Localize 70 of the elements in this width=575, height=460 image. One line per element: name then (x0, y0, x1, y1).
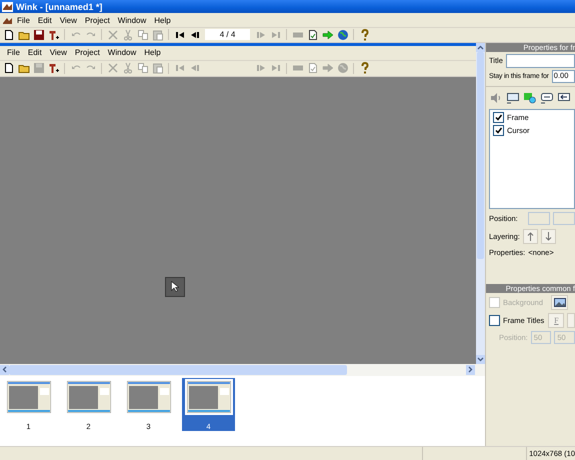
image-button[interactable] (506, 92, 520, 104)
menu-item[interactable]: Help (140, 48, 165, 58)
question-mark-icon (358, 28, 370, 41)
move-down-button[interactable] (540, 228, 556, 244)
question-mark-icon (358, 62, 370, 74)
background-image-button[interactable] (551, 295, 568, 310)
thumbnail-drawing (126, 380, 170, 413)
menu-item[interactable]: Window (104, 48, 140, 58)
folder-icon (18, 62, 30, 74)
menu-item[interactable]: Edit (34, 16, 56, 25)
save-button[interactable] (31, 28, 46, 42)
cross-icon (106, 62, 118, 74)
menu-item[interactable]: File (13, 16, 34, 25)
checkbox[interactable] (493, 124, 504, 136)
floppy-icon (32, 28, 44, 41)
frame-counter-field[interactable]: 4 / 4 (205, 29, 250, 40)
text-box-icon (540, 92, 554, 104)
pointer-icon (171, 281, 179, 292)
thumbnail-drawing (66, 380, 110, 413)
text-button[interactable] (540, 92, 554, 104)
shape-button[interactable] (523, 92, 537, 104)
copy-icon (136, 28, 148, 41)
title-field[interactable] (506, 54, 575, 68)
new-document-icon (2, 62, 14, 74)
window-title: Wink - [unnamed1 *] (16, 2, 102, 12)
document-icon (306, 62, 318, 74)
menu-item[interactable]: Help (150, 16, 175, 25)
globe-icon (336, 28, 348, 41)
thumbnail-drawing (6, 380, 50, 413)
menu-item[interactable]: View (46, 48, 71, 58)
shapes-icon (523, 92, 537, 104)
copy-icon (136, 62, 148, 74)
app-icon (3, 16, 13, 25)
arrow-box-icon (557, 92, 571, 104)
position-field[interactable] (552, 212, 575, 226)
checkbox[interactable] (489, 315, 500, 326)
vertical-scrollbar[interactable] (476, 42, 485, 364)
up-arrow-icon (526, 232, 535, 241)
cross-icon (106, 28, 118, 41)
menu-item[interactable]: Edit (24, 48, 46, 58)
chevron-left-icon (2, 366, 7, 374)
thumbnail-drawing (186, 380, 230, 413)
chevron-up-icon (477, 44, 484, 50)
button-button[interactable] (557, 92, 571, 104)
speaker-icon (489, 92, 503, 104)
move-up-button[interactable] (522, 228, 538, 244)
menu-item[interactable]: Window (114, 16, 150, 25)
menu-item[interactable]: View (56, 16, 81, 25)
scroll-left-button[interactable] (0, 364, 9, 375)
scissors-icon (122, 28, 134, 41)
landscape-icon (554, 298, 566, 308)
arrow-icon (322, 28, 334, 41)
scroll-right-button[interactable] (466, 364, 475, 375)
app-icon (2, 2, 13, 12)
menu-item[interactable]: Project (70, 48, 104, 58)
checkbox[interactable] (493, 112, 504, 123)
new-document-icon (2, 28, 14, 41)
screen-icon (506, 92, 520, 104)
arrow-icon (322, 62, 334, 74)
preview-button[interactable] (335, 28, 350, 42)
scroll-down-button[interactable] (476, 354, 485, 364)
scissors-icon (122, 62, 134, 74)
chevron-down-icon (477, 356, 484, 362)
menu-item[interactable]: File (3, 48, 24, 58)
down-arrow-icon (544, 232, 553, 241)
horizontal-scrollbar[interactable] (0, 364, 485, 376)
menu-item[interactable]: Project (80, 16, 114, 25)
chevron-right-icon (468, 366, 473, 374)
position-field[interactable] (528, 212, 550, 226)
document-icon (306, 28, 318, 41)
